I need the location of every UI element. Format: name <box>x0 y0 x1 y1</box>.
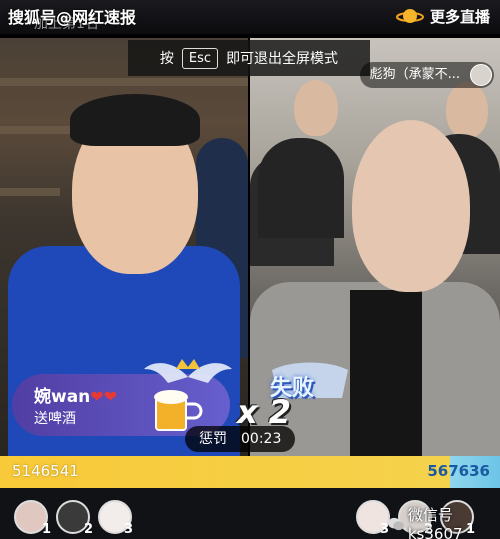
penalty-time: 00:23 <box>241 431 282 447</box>
pk-left-score: 5146541 <box>12 462 79 480</box>
background-person-head <box>294 80 338 136</box>
source-watermark: 搜狐号@网红速报 <box>8 8 137 27</box>
more-live-label: 更多直播 <box>429 7 490 26</box>
more-live-button[interactable]: 更多直播 <box>395 5 490 27</box>
wechat-watermark-text: 微信号 ks3607 <box>407 506 463 539</box>
left-rank-number: 2 <box>84 522 94 537</box>
pk-right-score: 567636 <box>427 462 490 480</box>
heart-icon: ❤❤ <box>90 387 118 406</box>
left-rank-number: 1 <box>42 522 52 537</box>
left-streamer-hair <box>70 94 200 146</box>
right-streamer-shirt <box>350 290 422 456</box>
background-person <box>258 138 344 238</box>
pk-left-fill: 5146541 <box>0 456 450 488</box>
wechat-watermark: 微信号 ks3607 <box>388 504 500 539</box>
opponent-avatar[interactable] <box>470 64 492 86</box>
opponent-name: 彪狗（承蒙不... <box>369 67 460 82</box>
fullscreen-exit-hint: 按 Esc 即可退出全屏模式 <box>128 40 370 76</box>
opponent-name-tag[interactable]: 彪狗（承蒙不... <box>359 62 494 88</box>
gift-sender-name: 婉wan <box>34 387 91 407</box>
wechat-icon <box>388 517 404 530</box>
right-streamer-head <box>352 120 470 292</box>
pk-live-stream: 加上第1名 搜狐号@网红速报 更多直播 按 Esc 即可退出全屏模式 彪狗（承蒙… <box>0 0 500 539</box>
penalty-label: 惩罚 <box>199 431 227 447</box>
pk-result-badge: 失败 <box>270 376 315 401</box>
gift-message: 送啤酒 <box>34 411 76 427</box>
background-shelf <box>0 78 248 86</box>
esc-key-badge: Esc <box>181 47 219 69</box>
hint-suffix: 即可退出全屏模式 <box>226 51 339 67</box>
background-person-head <box>446 82 488 138</box>
planet-icon <box>395 9 424 23</box>
background-shelf <box>0 188 60 196</box>
gift-sender: 婉wan❤❤ <box>34 382 117 407</box>
left-rank-number: 3 <box>124 522 134 537</box>
hint-prefix: 按 <box>159 51 174 67</box>
pk-right-fill: 567636 <box>427 456 500 488</box>
penalty-countdown: 惩罚 00:23 <box>185 426 296 452</box>
pk-score-bar: 5146541 567636 <box>0 456 500 488</box>
